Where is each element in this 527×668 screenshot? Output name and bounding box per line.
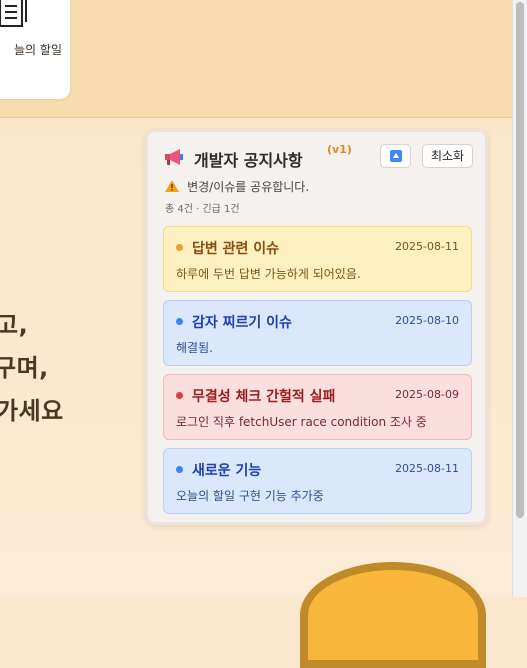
- hero-text-line-2: 구며,: [0, 354, 49, 382]
- developer-notice-panel: 개발자 공지사항 (v1) 최소화 변경/이슈를 공유합니다. 총 4건 · 긴…: [145, 129, 488, 525]
- panel-title: 개발자 공지사항: [194, 151, 303, 170]
- today-todo-card[interactable]: 늘의 할일: [0, 0, 70, 99]
- notice-body: 하루에 두번 답변 가능하게 되어있음.: [176, 267, 361, 281]
- notice-body: 로그인 직후 fetchUser race condition 조사 중: [176, 415, 427, 429]
- notice-date: 2025-08-10: [395, 314, 459, 327]
- document-icon: [0, 0, 27, 27]
- notice-item[interactable]: 새로운 기능 2025-08-11 오늘의 할일 구현 기능 추가중: [163, 448, 472, 514]
- version-badge: (v1): [327, 143, 352, 156]
- status-dot: [176, 318, 183, 325]
- status-dot: [176, 466, 183, 473]
- notice-title: 답변 관련 이슈: [192, 241, 280, 257]
- notice-title: 새로운 기능: [192, 463, 262, 479]
- top-section: 늘의 할일: [0, 0, 512, 118]
- minimize-button[interactable]: 최소화: [422, 144, 473, 168]
- notice-body: 해결됨.: [176, 341, 213, 355]
- scrollbar-thumb[interactable]: [516, 2, 524, 518]
- notice-date: 2025-08-09: [395, 388, 459, 401]
- hero-text-line-1: 고,: [0, 311, 29, 339]
- today-todo-label: 늘의 할일: [14, 43, 62, 57]
- hero-text-line-3: 가세요: [0, 397, 64, 425]
- status-dot: [176, 244, 183, 251]
- warning-icon: [165, 180, 179, 192]
- up-arrow-triangle: [393, 153, 399, 158]
- notice-title: 무결성 체크 간헐적 실패: [192, 389, 336, 405]
- notice-item[interactable]: 감자 찌르기 이슈 2025-08-10 해결됨.: [163, 300, 472, 366]
- notice-summary: 총 4건 · 긴급 1건: [165, 204, 240, 215]
- megaphone-icon: [165, 149, 183, 165]
- panel-subtitle-row: 변경/이슈를 공유합니다.: [165, 176, 309, 195]
- notice-body: 오늘의 할일 구현 기능 추가중: [176, 489, 324, 503]
- scrollbar[interactable]: [512, 0, 527, 597]
- notice-item[interactable]: 무결성 체크 간헐적 실패 2025-08-09 로그인 직후 fetchUser …: [163, 374, 472, 440]
- notice-date: 2025-08-11: [395, 462, 459, 475]
- panel-subtitle: 변경/이슈를 공유합니다.: [187, 180, 310, 194]
- status-dot: [176, 392, 183, 399]
- notice-title: 감자 찌르기 이슈: [192, 315, 292, 331]
- scroll-up-button[interactable]: [380, 144, 411, 168]
- notice-item[interactable]: 답변 관련 이슈 2025-08-11 하루에 두번 답변 가능하게 되어있음.: [163, 226, 472, 292]
- notice-date: 2025-08-11: [395, 240, 459, 253]
- mascot-illustration: [300, 562, 486, 668]
